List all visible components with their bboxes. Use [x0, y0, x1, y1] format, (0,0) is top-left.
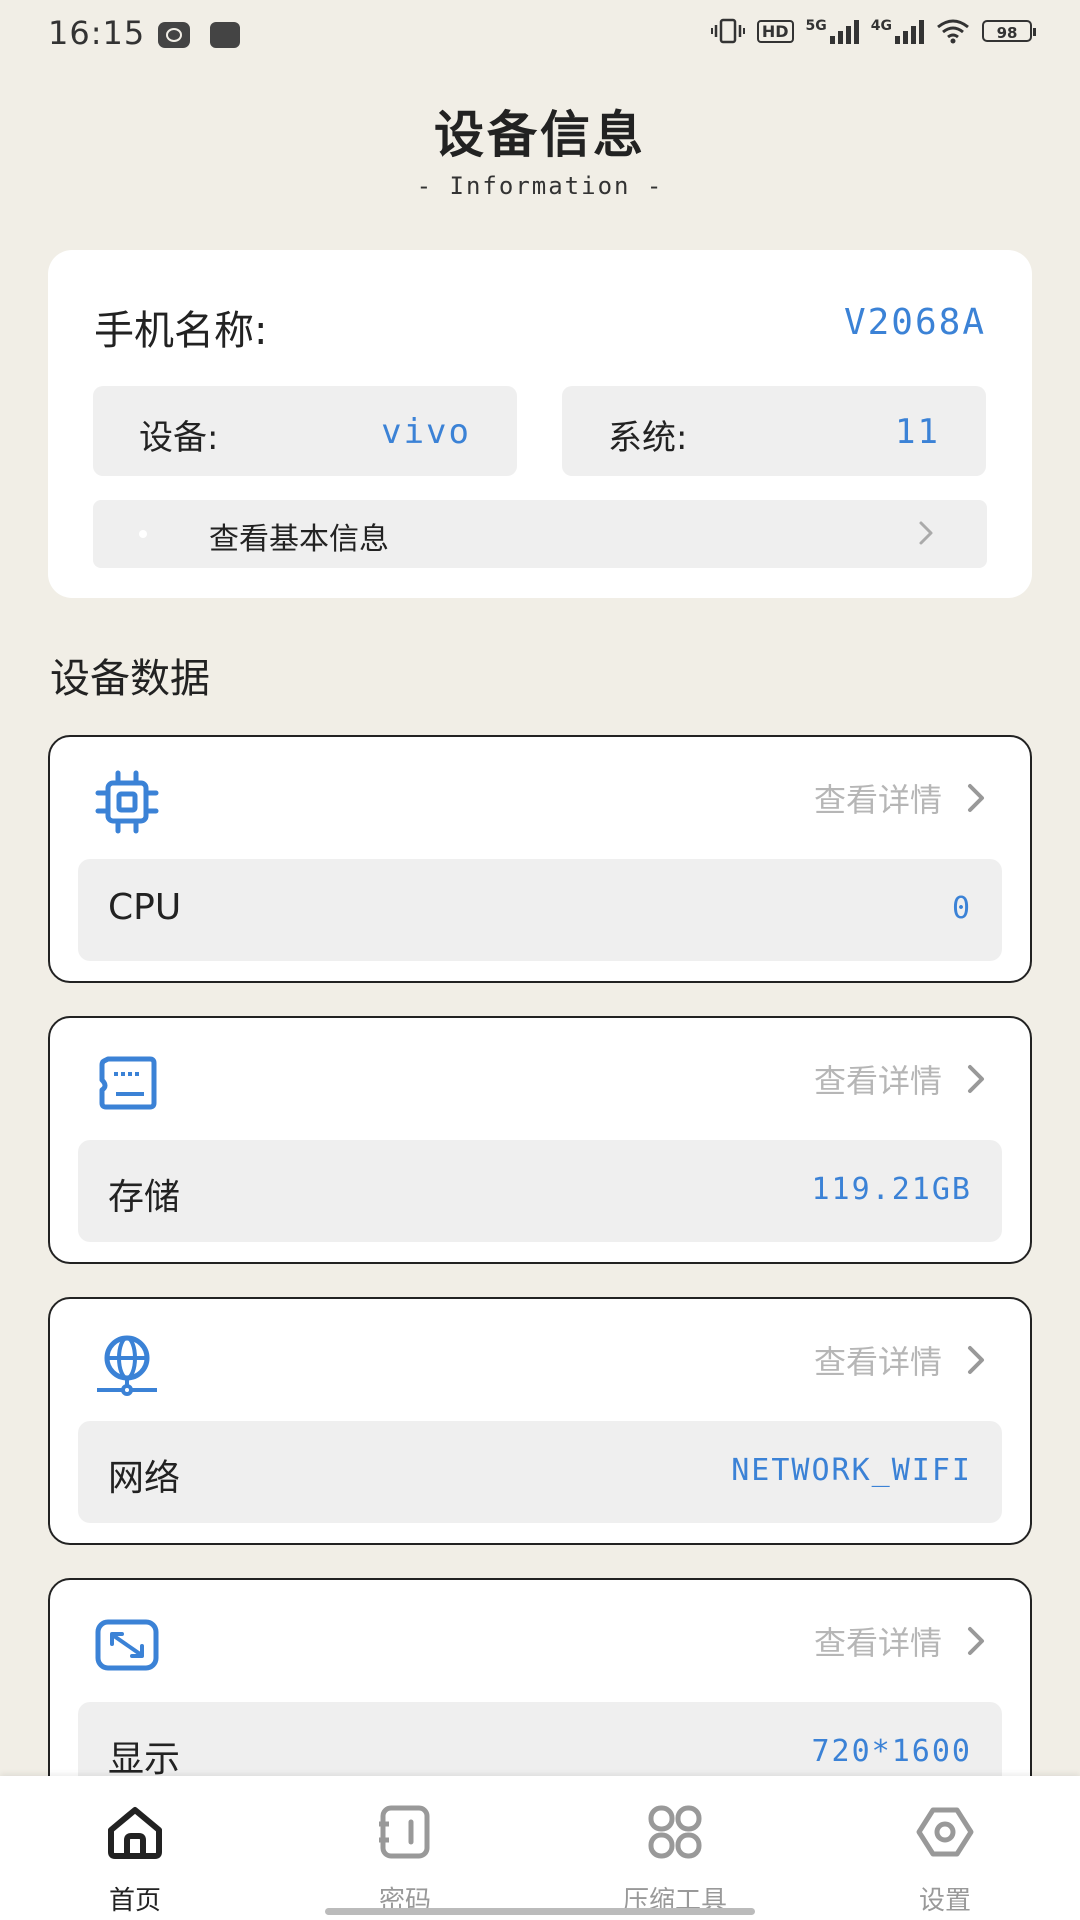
view-basic-info-button[interactable]: 查看基本信息: [93, 500, 987, 568]
cpu-icon: [95, 770, 159, 834]
password-icon: [379, 1805, 430, 1859]
phone-name-label: 手机名称:: [94, 308, 268, 354]
hd-voice-icon: HD: [756, 19, 794, 43]
chevron-right-icon: [968, 1346, 984, 1374]
system-version-label: 系统:: [608, 418, 688, 458]
storage-label: 存储: [108, 1177, 181, 1218]
nav-item-settings[interactable]: 设置: [810, 1776, 1080, 1920]
nav-item-home[interactable]: 首页: [0, 1776, 270, 1920]
display-value: 720*1600: [811, 1734, 972, 1769]
network-label: 网络: [108, 1458, 181, 1499]
display-label: 显示: [108, 1739, 181, 1780]
signal-5g-label: 5G: [805, 18, 827, 34]
storage-row: 存储 119.21GB: [78, 1140, 1002, 1242]
storage-card-icon: [99, 1056, 157, 1110]
view-details-link[interactable]: 查看详情: [814, 1337, 992, 1383]
device-brand-value: vivo: [381, 412, 471, 452]
cpu-label: CPU: [108, 887, 182, 928]
home-icon: [108, 1807, 162, 1859]
display-resize-icon: [95, 1619, 159, 1671]
bottom-nav: 首页 密码 压缩工具 设置: [0, 1776, 1080, 1920]
home-indicator[interactable]: [325, 1908, 755, 1915]
chevron-right-icon: [968, 1627, 984, 1655]
device-info-card: 手机名称: V2068A 设备: vivo 系统: 11 查看基本信息: [48, 250, 1032, 598]
view-details-label: 查看详情: [813, 1624, 942, 1662]
chevron-right-icon: [968, 784, 984, 812]
view-details-label: 查看详情: [813, 1062, 942, 1100]
wifi-icon: [937, 19, 969, 44]
view-details-link[interactable]: 查看详情: [814, 1618, 992, 1664]
settings-icon: [916, 1807, 974, 1857]
system-version-value: 11: [895, 412, 940, 452]
status-bar: 16:15 HD 5G 4G 98: [0, 0, 1080, 70]
view-details-link[interactable]: 查看详情: [814, 1056, 992, 1102]
screen-record-icon: [210, 22, 240, 48]
cpu-card[interactable]: 查看详情 CPU 0: [48, 735, 1032, 983]
device-brand-label: 设备:: [139, 418, 219, 458]
chevron-right-icon: [919, 521, 933, 545]
system-version-box: 系统: 11: [562, 386, 986, 476]
section-title: 设备数据: [50, 656, 210, 702]
view-basic-info-label: 查看基本信息: [209, 522, 389, 557]
phone-name-value: V2068A: [843, 302, 986, 343]
cpu-value: 0: [951, 891, 972, 926]
view-details-label: 查看详情: [813, 1343, 942, 1381]
nav-label-settings: 设置: [918, 1886, 971, 1916]
device-brand-box: 设备: vivo: [93, 386, 517, 476]
signal-5g-icon: 5G: [806, 18, 859, 44]
network-globe-icon: [97, 1335, 157, 1396]
signal-4g-label: 4G: [870, 18, 892, 34]
status-time: 16:15: [48, 14, 146, 52]
chevron-right-icon: [968, 1065, 984, 1093]
signal-4g-icon: 4G: [871, 18, 924, 44]
network-card[interactable]: 查看详情 网络 NETWORK_WIFI: [48, 1297, 1032, 1545]
storage-card[interactable]: 查看详情 存储 119.21GB: [48, 1016, 1032, 1264]
view-details-label: 查看详情: [813, 781, 942, 819]
page-title: 设备信息: [434, 106, 646, 164]
battery-icon: 98: [982, 20, 1036, 42]
nav-item-compress-tools[interactable]: 压缩工具: [540, 1776, 810, 1920]
network-row: 网络 NETWORK_WIFI: [78, 1421, 1002, 1523]
vibrate-icon: [710, 18, 745, 44]
bullet-dot: [139, 530, 147, 538]
cpu-row: CPU 0: [78, 859, 1002, 961]
network-value: NETWORK_WIFI: [731, 1453, 972, 1488]
nav-label-home: 首页: [108, 1886, 161, 1916]
nav-item-password[interactable]: 密码: [270, 1776, 540, 1920]
compress-tools-icon: [648, 1805, 702, 1859]
notification-icon: [158, 22, 190, 48]
page-subtitle: - Information -: [416, 172, 664, 200]
view-details-link[interactable]: 查看详情: [814, 775, 992, 821]
storage-value: 119.21GB: [811, 1172, 972, 1207]
